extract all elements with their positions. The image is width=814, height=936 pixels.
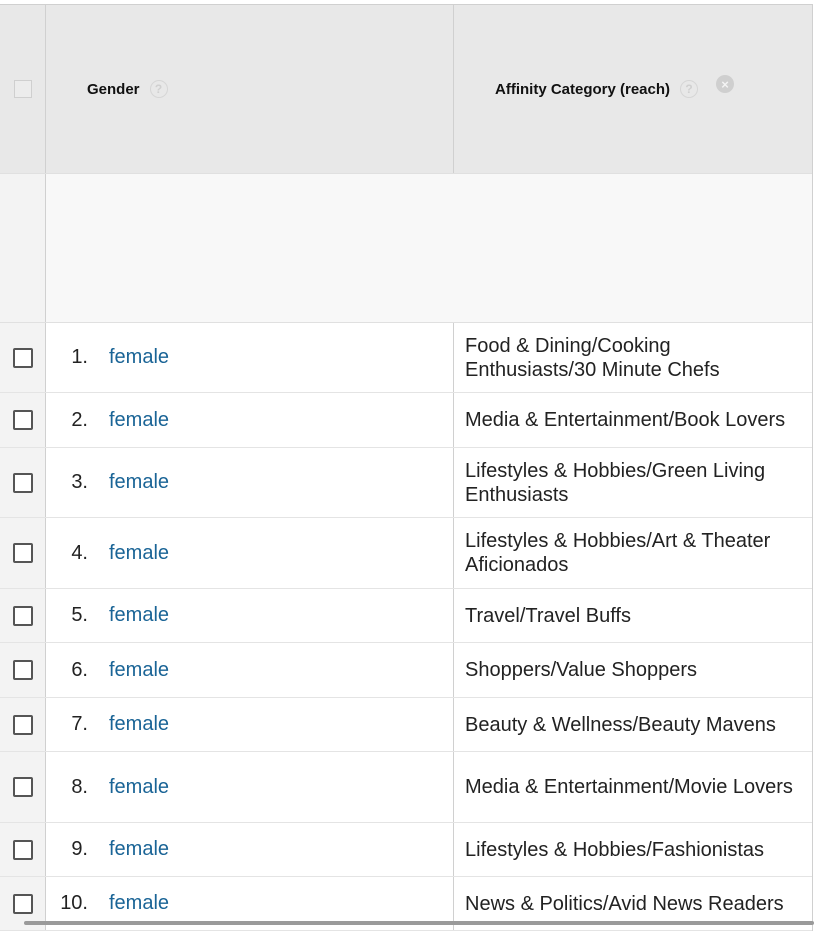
table-row: 4. female Lifestyles & Hobbies/Art & Theat… [0,518,812,589]
affinity-header-label[interactable]: Affinity Category (reach) [495,81,670,98]
gender-link[interactable]: female [109,604,169,627]
row-checkbox[interactable] [12,714,33,735]
header-select-cell [0,5,46,173]
row-number: 6. [71,658,88,681]
report-table: Gender ? Affinity Category (reach) ? × 1… [0,4,813,931]
table-row: 1. female Food & Dining/Cooking Enthusiast… [0,323,812,393]
row-select-cell [0,698,46,751]
gender-cell: 2. female [46,393,454,447]
affinity-cell: Shoppers/Value Shoppers [465,659,698,681]
gender-link[interactable]: female [109,892,169,915]
close-icon[interactable]: × [716,75,735,93]
gender-link[interactable]: female [109,838,169,861]
row-checkbox[interactable] [12,893,33,914]
help-icon[interactable]: ? [680,80,699,98]
gender-cell: 9. female [46,823,454,876]
affinity-cell: Lifestyles & Hobbies/Green Living Enthus… [465,459,766,506]
row-number: 4. [71,541,88,564]
row-select-cell [0,752,46,822]
gender-link[interactable]: female [109,713,169,736]
table-row: 7. female Beauty & Wellness/Beauty Mavens [0,698,812,752]
row-checkbox[interactable] [12,543,33,563]
gender-cell: 7. female [46,698,454,751]
affinity-cell: Lifestyles & Hobbies/Fashionistas [465,838,765,861]
table-header: Gender ? Affinity Category (reach) ? × [0,5,812,174]
table-row: 9. female Lifestyles & Hobbies/Fashionista… [0,823,812,877]
summary-select-cell [0,174,46,322]
affinity-cell: Media & Entertainment/Book Lovers [465,409,786,431]
gender-header-label[interactable]: Gender [87,81,140,98]
affinity-cell: Food & Dining/Cooking Enthusiasts/30 Min… [465,334,720,381]
row-select-cell [0,643,46,697]
row-number: 8. [71,775,88,798]
table-row: 2. female Media & Entertainment/Book Lover… [0,393,812,448]
row-number: 10. [60,892,88,914]
table-body: 1. female Food & Dining/Cooking Enthusiast… [0,323,812,931]
row-number: 3. [71,471,88,493]
row-select-cell [0,518,46,588]
row-checkbox[interactable] [12,347,33,368]
row-number: 1. [71,346,88,368]
row-number: 9. [71,838,88,860]
table-row: 6. female Shoppers/Value Shoppers [0,643,812,698]
row-checkbox[interactable] [12,777,33,797]
gender-link[interactable]: female [109,471,169,494]
gender-link[interactable]: female [109,409,169,432]
horizontal-scrollbar[interactable] [24,921,814,925]
gender-link[interactable]: female [109,346,169,369]
gender-cell: 4. female [46,518,454,588]
row-checkbox[interactable] [12,410,33,430]
column-header-affinity[interactable]: Affinity Category (reach) ? × [454,5,812,173]
affinity-cell: Media & Entertainment/Movie Lovers [465,776,793,798]
summary-content [46,174,812,322]
gender-cell: 3. female [46,448,454,517]
table-row: 3. female Lifestyles & Hobbies/Green Livin… [0,448,812,518]
gender-cell: 5. female [46,589,454,642]
gender-link[interactable]: female [109,659,169,682]
gender-link[interactable]: female [109,776,169,799]
summary-row [0,174,812,323]
row-checkbox[interactable] [12,472,33,493]
gender-cell: 1. female [46,323,454,392]
affinity-cell: Beauty & Wellness/Beauty Mavens [465,713,776,736]
table-row: 5. female Travel/Travel Buffs [0,589,812,643]
row-select-cell [0,448,46,517]
row-select-cell [0,393,46,447]
affinity-cell: Lifestyles & Hobbies/Art & Theater Afici… [465,530,771,576]
row-number: 7. [71,713,88,735]
gender-link[interactable]: female [109,542,169,565]
row-checkbox[interactable] [12,605,33,626]
select-all-checkbox[interactable] [13,80,32,98]
help-icon[interactable]: ? [149,80,168,98]
row-select-cell [0,589,46,642]
row-number: 5. [71,604,88,626]
row-select-cell [0,823,46,876]
row-select-cell [0,323,46,392]
table-row: 8. female Media & Entertainment/Movie Love… [0,752,812,823]
affinity-cell: Travel/Travel Buffs [465,604,631,627]
row-checkbox[interactable] [12,839,33,860]
gender-cell: 6. female [46,643,454,697]
gender-cell: 8. female [46,752,454,822]
row-number: 2. [71,408,88,431]
column-header-gender[interactable]: Gender ? [46,5,454,173]
row-checkbox[interactable] [12,660,33,680]
